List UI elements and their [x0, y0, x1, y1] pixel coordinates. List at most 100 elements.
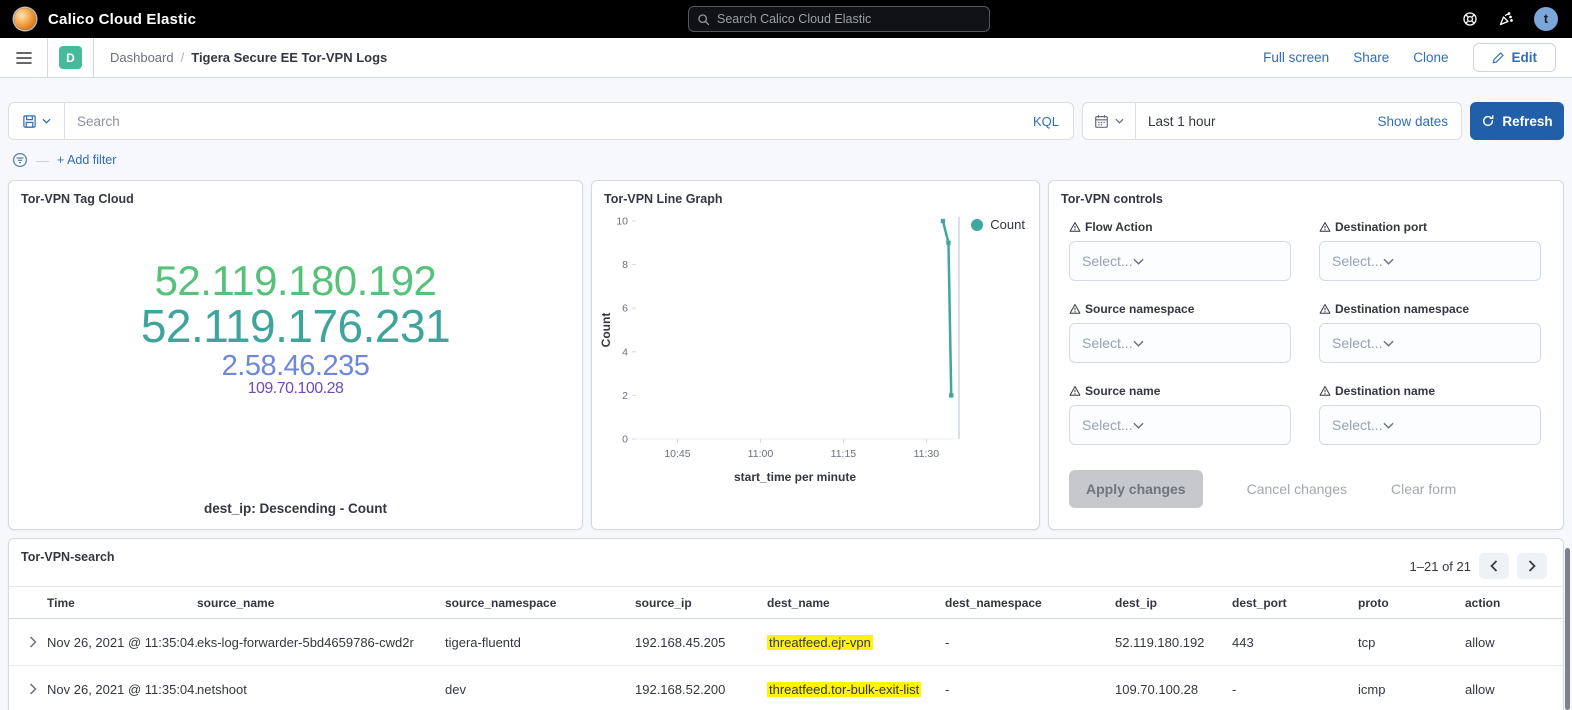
menu-button[interactable] [0, 38, 48, 77]
control-label-text: Source namespace [1085, 302, 1194, 316]
cell-action: allow [1465, 635, 1563, 650]
refresh-button[interactable]: Refresh [1470, 102, 1564, 140]
tag-cloud: 52.119.180.19252.119.176.2312.58.46.2351… [9, 259, 582, 397]
column-header-time[interactable]: Time [47, 596, 197, 610]
share-link[interactable]: Share [1353, 50, 1389, 65]
control-select-flow-action[interactable]: Select... [1069, 241, 1291, 281]
full-screen-link[interactable]: Full screen [1263, 50, 1329, 65]
scrollbar[interactable] [1565, 548, 1570, 710]
select-placeholder: Select... [1332, 417, 1383, 433]
clear-form-button[interactable]: Clear form [1391, 481, 1456, 497]
highlighted-value: threatfeed.tor-bulk-exit-list [767, 682, 921, 697]
control-select-source-namespace[interactable]: Select... [1069, 323, 1291, 363]
tag-cloud-word[interactable]: 2.58.46.235 [9, 351, 582, 381]
global-search[interactable] [688, 6, 990, 32]
apply-changes-button[interactable]: Apply changes [1069, 470, 1203, 508]
prev-page-button[interactable] [1479, 553, 1509, 579]
column-header-dest_ip[interactable]: dest_ip [1115, 596, 1232, 610]
show-dates-button[interactable]: Show dates [1377, 114, 1461, 129]
cancel-changes-button[interactable]: Cancel changes [1247, 481, 1347, 497]
cell-dest_port: 443 [1232, 635, 1358, 650]
svg-text:11:00: 11:00 [748, 448, 774, 460]
query-search-input[interactable] [65, 114, 1033, 129]
clone-link[interactable]: Clone [1413, 50, 1448, 65]
pagination-range: 1–21 of 21 [1410, 559, 1471, 574]
cell-source_name: eks-log-forwarder-5bd4659786-cwd2r [197, 635, 445, 650]
cell-source_ip: 192.168.52.200 [635, 682, 767, 697]
svg-text:Count: Count [599, 313, 613, 348]
chevron-down-icon [1383, 340, 1394, 347]
column-header-dest_port[interactable]: dest_port [1232, 596, 1358, 610]
breadcrumb-current: Tigera Secure EE Tor-VPN Logs [191, 50, 387, 65]
line-graph-panel: Tor-VPN Line Graph 024681010:4511:0011:1… [591, 180, 1040, 530]
cell-source_namespace: dev [445, 682, 635, 697]
app-header: Calico Cloud Elastic t [0, 0, 1572, 38]
chevron-right-icon [1528, 560, 1536, 572]
global-search-input[interactable] [717, 12, 981, 26]
legend-label: Count [990, 217, 1025, 232]
column-header-dest_namespace[interactable]: dest_namespace [945, 596, 1115, 610]
saved-query-menu-button[interactable] [9, 103, 65, 139]
control-label: Destination port [1319, 220, 1541, 234]
control-select-destination-name[interactable]: Select... [1319, 405, 1541, 445]
kql-language-button[interactable]: KQL [1033, 114, 1073, 129]
edit-button[interactable]: Edit [1473, 43, 1557, 72]
control-field: Destination namespace Select... [1319, 302, 1541, 384]
cell-source_namespace: tigera-fluentd [445, 635, 635, 650]
control-label: Destination name [1319, 384, 1541, 398]
control-field: Destination name Select... [1319, 384, 1541, 466]
cell-dest_port: - [1232, 682, 1358, 697]
breadcrumb-dashboard-link[interactable]: Dashboard [110, 50, 174, 65]
control-select-destination-port[interactable]: Select... [1319, 241, 1541, 281]
pagination: 1–21 of 21 [1410, 553, 1547, 579]
column-header-action[interactable]: action [1465, 596, 1563, 610]
next-page-button[interactable] [1517, 553, 1547, 579]
user-avatar[interactable]: t [1534, 7, 1558, 31]
chevron-left-icon [1490, 560, 1498, 572]
svg-text:4: 4 [622, 346, 628, 358]
calendar-icon [1094, 114, 1109, 129]
control-field: Source namespace Select... [1069, 302, 1291, 384]
tag-cloud-word[interactable]: 109.70.100.28 [9, 381, 582, 398]
expand-row-button[interactable] [19, 683, 47, 695]
warning-icon [1069, 385, 1081, 397]
control-select-source-name[interactable]: Select... [1069, 405, 1291, 445]
svg-text:11:30: 11:30 [914, 448, 940, 460]
cell-proto: tcp [1358, 635, 1465, 650]
pencil-icon [1492, 51, 1505, 64]
column-header-source_name[interactable]: source_name [197, 596, 445, 610]
highlighted-value: threatfeed.ejr-vpn [767, 635, 873, 650]
svg-text:start_time per minute: start_time per minute [734, 470, 856, 484]
tag-cloud-word[interactable]: 52.119.180.192 [9, 259, 582, 303]
chevron-down-icon [1133, 340, 1144, 347]
newsfeed-icon[interactable] [1498, 11, 1514, 27]
time-range-value[interactable]: Last 1 hour [1136, 114, 1216, 129]
dashboard-app-badge[interactable]: D [48, 38, 94, 77]
cell-time: Nov 26, 2021 @ 11:35:04.000 [47, 682, 197, 697]
column-header-source_ip[interactable]: source_ip [635, 596, 767, 610]
tag-cloud-word[interactable]: 52.119.176.231 [9, 303, 582, 351]
control-field: Source nameSelect... [1069, 384, 1291, 466]
date-quick-select-button[interactable] [1083, 103, 1136, 139]
svg-text:10: 10 [616, 216, 628, 228]
filter-options-icon[interactable] [12, 152, 28, 168]
column-header-source_namespace[interactable]: source_namespace [445, 596, 635, 610]
cell-dest_namespace: - [945, 635, 1115, 650]
time-picker: Last 1 hour Show dates [1082, 102, 1462, 140]
control-select-destination-namespace[interactable]: Select... [1319, 323, 1541, 363]
table-header-row: Timesource_namesource_namespacesource_ip… [9, 586, 1563, 619]
control-label-text: Destination name [1335, 384, 1435, 398]
expand-row-button[interactable] [19, 636, 47, 648]
legend-swatch [971, 219, 983, 231]
controls-panel: Tor-VPN controls Flow ActionSelect...Des… [1048, 180, 1564, 530]
add-filter-button[interactable]: + Add filter [57, 153, 116, 167]
legend-item-count[interactable]: Count [971, 217, 1025, 232]
tag-cloud-footer: dest_ip: Descending - Count [9, 501, 582, 516]
cell-source_name: netshoot [197, 682, 445, 697]
control-label-text: Destination namespace [1335, 302, 1469, 316]
column-header-dest_name[interactable]: dest_name [767, 596, 945, 610]
help-icon[interactable] [1462, 11, 1478, 27]
table-body: Nov 26, 2021 @ 11:35:04.000 eks-log-forwa… [9, 619, 1563, 710]
column-header-proto[interactable]: proto [1358, 596, 1465, 610]
warning-icon [1069, 221, 1081, 233]
